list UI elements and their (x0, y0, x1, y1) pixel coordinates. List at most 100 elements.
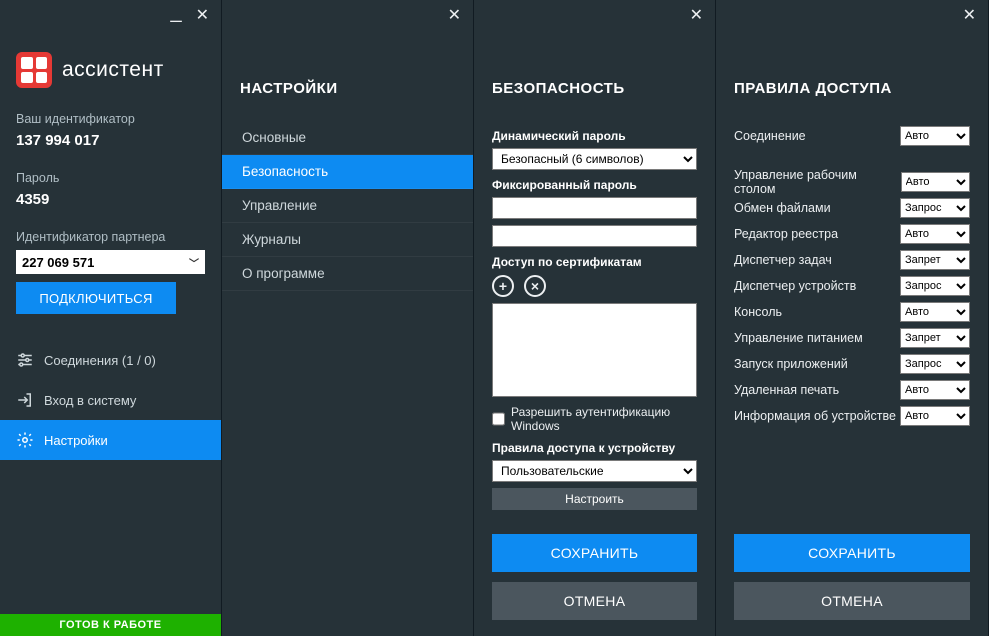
device-rules-label: Правила доступа к устройству (492, 441, 697, 455)
your-id-value: 137 994 017 (16, 132, 205, 149)
rule-row: Информация об устройствеАвтоЗапросЗапрет (734, 403, 970, 429)
rule-select[interactable]: АвтоЗапросЗапрет (900, 328, 970, 348)
rule-label: Управление питанием (734, 331, 863, 345)
rule-label: Соединение (734, 129, 806, 143)
rule-label: Управление рабочим столом (734, 168, 901, 196)
cert-access-label: Доступ по сертификатам (492, 255, 697, 269)
your-id-label: Ваш идентификатор (16, 112, 205, 126)
access-window-controls: ✕ (716, 0, 988, 28)
access-rules-list: СоединениеАвтоЗапросЗапретУправление раб… (716, 121, 988, 429)
partner-id-label: Идентификатор партнера (16, 230, 205, 244)
cert-buttons: + × (492, 275, 697, 297)
rule-row: Диспетчер задачАвтоЗапросЗапрет (734, 247, 970, 273)
rule-row: Управление рабочим столомАвтоЗапросЗапре… (734, 169, 970, 195)
close-icon[interactable]: ✕ (196, 8, 209, 24)
cert-list-box[interactable] (492, 303, 697, 397)
chevron-down-icon: ﹀ (189, 255, 199, 270)
rule-select[interactable]: АвтоЗапросЗапрет (900, 126, 970, 146)
rule-select[interactable]: АвтоЗапросЗапрет (900, 198, 970, 218)
winauth-row[interactable]: Разрешить аутентификацию Windows (492, 405, 697, 433)
dyn-password-select[interactable]: Безопасный (6 символов) (492, 148, 697, 170)
x-icon: × (531, 278, 539, 294)
connect-button[interactable]: ПОДКЛЮЧИТЬСЯ (16, 282, 176, 314)
partner-section: Идентификатор партнера 227 069 571 ﹀ ПОД… (0, 226, 221, 322)
rule-select[interactable]: АвтоЗапросЗапрет (900, 354, 970, 374)
settings-title: НАСТРОЙКИ (222, 28, 473, 121)
rule-select[interactable]: АвтоЗапросЗапрет (900, 276, 970, 296)
cancel-button[interactable]: ОТМЕНА (734, 582, 970, 620)
main-panel: _ ✕ ассистент Ваш идентификатор 137 994 … (0, 0, 222, 636)
winauth-checkbox[interactable] (492, 412, 505, 426)
rule-row: Обмен файлами АвтоЗапросЗапрет (734, 195, 970, 221)
settings-item-about[interactable]: О программе (222, 257, 473, 291)
rule-row: Диспетчер устройств АвтоЗапросЗапрет (734, 273, 970, 299)
security-panel: ✕ БЕЗОПАСНОСТЬ Динамический пароль Безоп… (474, 0, 716, 636)
login-icon (16, 391, 34, 409)
rule-label: Запуск приложений (734, 357, 848, 371)
add-cert-button[interactable]: + (492, 275, 514, 297)
partner-id-dropdown[interactable]: 227 069 571 ﹀ (16, 250, 205, 274)
settings-item-logs[interactable]: Журналы (222, 223, 473, 257)
save-button[interactable]: СОХРАНИТЬ (492, 534, 697, 572)
settings-item-security[interactable]: Безопасность (222, 155, 473, 189)
rule-row: Удаленная печать АвтоЗапросЗапрет (734, 377, 970, 403)
security-title: БЕЗОПАСНОСТЬ (474, 28, 715, 121)
close-icon[interactable]: ✕ (448, 8, 461, 24)
security-window-controls: ✕ (474, 0, 715, 28)
main-window-controls: _ ✕ (0, 0, 221, 28)
menu-login-label: Вход в систему (44, 393, 136, 408)
menu-settings[interactable]: Настройки (0, 420, 221, 460)
rule-label: Консоль (734, 305, 782, 319)
dyn-password-label: Динамический пароль (492, 129, 697, 143)
rule-label: Удаленная печать (734, 383, 839, 397)
minimize-icon[interactable]: _ (170, 2, 181, 22)
brand-text: ассистент (62, 58, 164, 82)
menu-settings-label: Настройки (44, 433, 108, 448)
rule-row: Управление питанием АвтоЗапросЗапрет (734, 325, 970, 351)
rule-label: Диспетчер устройств (734, 279, 856, 293)
close-icon[interactable]: ✕ (963, 8, 976, 24)
rule-row: Соединение АвтоЗапросЗапрет (734, 123, 970, 149)
close-icon[interactable]: ✕ (690, 8, 703, 24)
rule-row: Консоль АвтоЗапросЗапрет (734, 299, 970, 325)
password-label: Пароль (16, 171, 205, 185)
winauth-label: Разрешить аутентификацию Windows (511, 405, 697, 433)
rule-row: Запуск приложений АвтоЗапросЗапрет (734, 351, 970, 377)
settings-window-controls: ✕ (222, 0, 473, 28)
brand-block: ассистент (0, 28, 221, 108)
access-title: ПРАВИЛА ДОСТУПА (716, 28, 988, 121)
menu-connections-label: Соединения (1 / 0) (44, 353, 156, 368)
settings-item-control[interactable]: Управление (222, 189, 473, 223)
configure-button[interactable]: Настроить (492, 488, 697, 510)
rule-label: Обмен файлами (734, 201, 831, 215)
remove-cert-button[interactable]: × (524, 275, 546, 297)
rule-select[interactable]: АвтоЗапросЗапрет (900, 224, 970, 244)
fixed-password-input-2[interactable] (492, 225, 697, 247)
main-menu: Соединения (1 / 0) Вход в систему Настро… (0, 340, 221, 460)
security-footer: СОХРАНИТЬ ОТМЕНА (492, 534, 697, 620)
gear-icon (16, 431, 34, 449)
rule-label: Редактор реестра (734, 227, 838, 241)
settings-panel: ✕ НАСТРОЙКИ Основные Безопасность Управл… (222, 0, 474, 636)
rule-select[interactable]: АвтоЗапросЗапрет (900, 250, 970, 270)
access-footer: СОХРАНИТЬ ОТМЕНА (734, 534, 970, 620)
save-button[interactable]: СОХРАНИТЬ (734, 534, 970, 572)
cancel-button[interactable]: ОТМЕНА (492, 582, 697, 620)
rule-select[interactable]: АвтоЗапросЗапрет (901, 172, 970, 192)
status-bar: ГОТОВ К РАБОТЕ (0, 614, 221, 636)
rule-row: Редактор реестра АвтоЗапросЗапрет (734, 221, 970, 247)
logo-icon (16, 52, 52, 88)
rule-select[interactable]: АвтоЗапросЗапрет (900, 380, 970, 400)
menu-login[interactable]: Вход в систему (0, 380, 221, 420)
rule-select[interactable]: АвтоЗапросЗапрет (900, 406, 970, 426)
menu-connections[interactable]: Соединения (1 / 0) (0, 340, 221, 380)
plus-icon: + (499, 278, 507, 294)
fixed-password-input-1[interactable] (492, 197, 697, 219)
device-rules-select[interactable]: Пользовательские (492, 460, 697, 482)
password-value: 4359 (16, 191, 205, 208)
settings-item-main[interactable]: Основные (222, 121, 473, 155)
settings-list: Основные Безопасность Управление Журналы… (222, 121, 473, 291)
rule-select[interactable]: АвтоЗапросЗапрет (900, 302, 970, 322)
sliders-icon (16, 351, 34, 369)
partner-id-value: 227 069 571 (22, 255, 94, 270)
